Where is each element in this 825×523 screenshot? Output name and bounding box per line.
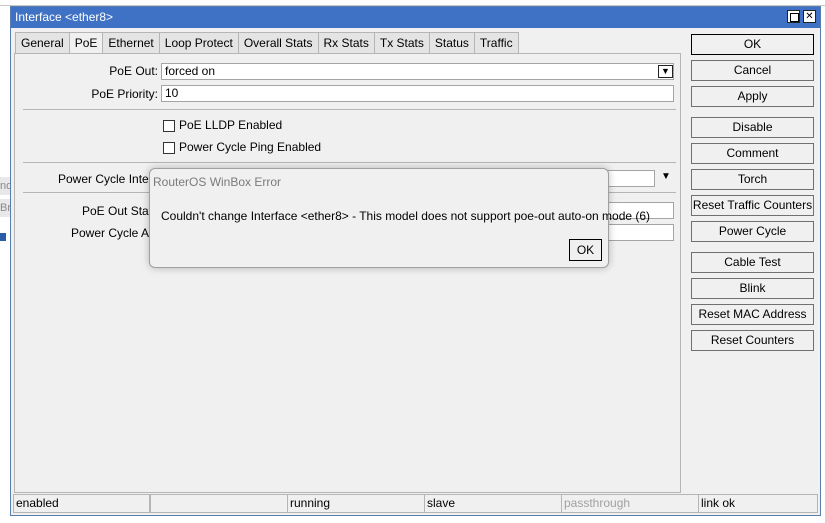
- tab-loop-protect[interactable]: Loop Protect: [158, 32, 238, 54]
- background-window-fragment: nd: [0, 177, 10, 195]
- tab-ethernet[interactable]: Ethernet: [102, 32, 159, 54]
- apply-button[interactable]: Apply: [691, 86, 814, 107]
- poe-lldp-label: PoE LLDP Enabled: [179, 118, 283, 132]
- tab-bar: General PoE Ethernet Loop Protect Overal…: [15, 32, 519, 54]
- status-enabled: enabled: [13, 494, 150, 513]
- window-titlebar[interactable]: Interface <ether8> ✕: [11, 7, 820, 28]
- poe-priority-input[interactable]: 10: [161, 85, 674, 102]
- reset-mac-address-button[interactable]: Reset MAC Address: [691, 304, 814, 325]
- background-icon: [0, 233, 6, 241]
- status-empty: [150, 494, 288, 513]
- comment-button[interactable]: Comment: [691, 143, 814, 164]
- poe-priority-label: PoE Priority:: [91, 87, 158, 101]
- power-cycle-ping-label: Power Cycle Ping Enabled: [179, 140, 322, 154]
- window-title: Interface <ether8>: [15, 10, 114, 24]
- section-divider: [23, 162, 676, 163]
- reset-counters-button[interactable]: Reset Counters: [691, 330, 814, 351]
- error-dialog-title: RouterOS WinBox Error: [153, 175, 282, 189]
- cancel-button[interactable]: Cancel: [691, 60, 814, 81]
- close-icon[interactable]: ✕: [803, 10, 816, 23]
- status-slave: slave: [424, 494, 562, 513]
- background-window-fragment: Bri: [0, 199, 10, 217]
- status-passthrough: passthrough: [561, 494, 699, 513]
- tab-status[interactable]: Status: [428, 32, 474, 54]
- status-link-ok: link ok: [698, 494, 818, 513]
- poe-out-select[interactable]: forced on: [161, 63, 674, 80]
- dropdown-arrow-icon[interactable]: ▼: [658, 65, 673, 78]
- error-dialog: RouterOS WinBox Error Couldn't change In…: [149, 168, 650, 268]
- status-running: running: [287, 494, 425, 513]
- section-divider: [23, 109, 676, 110]
- power-cycle-ping-checkbox[interactable]: [163, 142, 175, 154]
- tab-overall-stats[interactable]: Overall Stats: [237, 32, 318, 54]
- ok-button[interactable]: OK: [691, 34, 814, 55]
- dropdown-arrow-icon[interactable]: ▼: [661, 171, 671, 182]
- blink-button[interactable]: Blink: [691, 278, 814, 299]
- tab-poe[interactable]: PoE: [68, 32, 103, 54]
- power-cycle-button[interactable]: Power Cycle: [691, 221, 814, 242]
- tab-tx-stats[interactable]: Tx Stats: [373, 32, 429, 54]
- torch-button[interactable]: Torch: [691, 169, 814, 190]
- error-ok-button[interactable]: OK: [569, 239, 602, 261]
- cable-test-button[interactable]: Cable Test: [691, 252, 814, 273]
- poe-lldp-checkbox[interactable]: [163, 120, 175, 132]
- maximize-icon[interactable]: [787, 10, 800, 23]
- tab-general[interactable]: General: [15, 32, 69, 54]
- poe-out-label: PoE Out:: [109, 64, 158, 78]
- error-message: Couldn't change Interface <ether8> - Thi…: [161, 209, 651, 223]
- disable-button[interactable]: Disable: [691, 117, 814, 138]
- reset-traffic-counters-button[interactable]: Reset Traffic Counters: [691, 195, 814, 216]
- poe-tab-panel: PoE Out: forced on ▼ PoE Priority: 10 Po…: [14, 53, 681, 493]
- tab-traffic[interactable]: Traffic: [473, 32, 519, 54]
- tab-rx-stats[interactable]: Rx Stats: [317, 32, 374, 54]
